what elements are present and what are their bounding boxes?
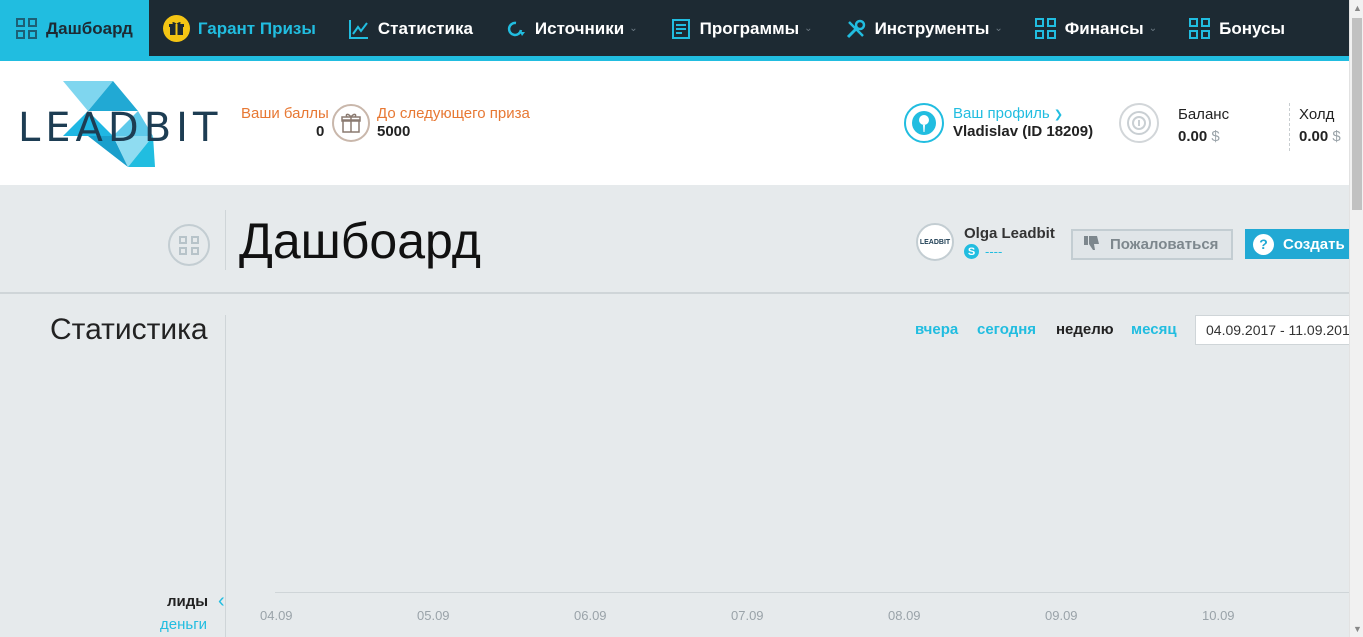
document-icon <box>670 18 692 40</box>
chevron-down-icon: ⌄ <box>804 23 813 34</box>
balance-amount: 0.00 <box>1178 128 1208 145</box>
top-navigation: Дашбоард Гарант Призы Статистика Источни… <box>0 0 1349 57</box>
scroll-up-icon[interactable]: ▲ <box>1353 3 1362 13</box>
divider <box>1289 103 1290 151</box>
nav-label: Статистика <box>377 18 473 38</box>
hold-currency: $ <box>1332 128 1341 145</box>
period-yesterday[interactable]: вчера <box>915 321 958 338</box>
nav-label: Бонусы <box>1219 18 1285 38</box>
nav-item-statistics[interactable]: Статистика <box>332 0 489 57</box>
hold-value: 0.00 $ <box>1299 128 1341 145</box>
wallet-icon <box>1119 103 1159 143</box>
nav-item-dashboard[interactable]: Дашбоард <box>0 0 149 57</box>
scrollbar-thumb[interactable] <box>1352 18 1362 210</box>
thumbs-down-icon <box>1083 234 1101 256</box>
period-month[interactable]: месяц <box>1131 321 1177 338</box>
chart-line-icon <box>348 18 370 40</box>
points-label: Ваши баллы <box>241 105 329 122</box>
nav-item-finance[interactable]: Финансы ⌄ <box>1019 0 1173 57</box>
user-avatar-icon[interactable] <box>904 103 944 143</box>
nav-item-programs[interactable]: Программы ⌄ <box>654 0 829 57</box>
gift-icon <box>162 15 190 42</box>
dashboard-grid-icon <box>16 17 38 40</box>
manager-name: Olga Leadbit <box>964 225 1055 242</box>
x-tick: 08.09 <box>888 608 921 623</box>
chevron-down-icon: ⌄ <box>629 23 638 34</box>
header: LEADBIT Ваши баллы 0 До следующего приза… <box>0 61 1349 185</box>
x-tick: 05.09 <box>417 608 450 623</box>
nav-item-bonuses[interactable]: Бонусы <box>1173 0 1301 57</box>
nav-item-tools[interactable]: Инструменты ⌄ <box>829 0 1019 57</box>
scroll-down-icon[interactable]: ▼ <box>1353 624 1362 634</box>
bonus-grid-icon <box>1189 17 1211 40</box>
nav-item-guarantee-prizes[interactable]: Гарант Призы <box>149 0 332 57</box>
question-icon: ? <box>1253 233 1274 255</box>
profile-dropdown[interactable]: Ваш профиль ❯ <box>953 105 1063 122</box>
scrollbar[interactable]: ▲ ▼ <box>1349 0 1363 637</box>
balance-currency: $ <box>1211 128 1220 145</box>
x-tick: 06.09 <box>574 608 607 623</box>
hold-label: Холд <box>1299 106 1335 123</box>
chart-axis <box>275 592 1349 593</box>
next-prize-label: До следующего приза <box>377 105 530 122</box>
manager-skype[interactable]: S ---- <box>964 244 1002 259</box>
period-week[interactable]: неделю <box>1056 321 1114 338</box>
profile-name: Vladislav (ID 18209) <box>953 123 1094 140</box>
nav-label: Финансы <box>1064 18 1144 38</box>
manager-avatar: LEADBIT <box>916 223 954 261</box>
page-title-bar: Дашбоард LEADBIT Olga Leadbit S ---- Пож… <box>0 185 1351 294</box>
finance-grid-icon <box>1034 17 1057 40</box>
next-prize-value: 5000 <box>377 123 411 140</box>
date-range-input[interactable]: 04.09.2017 - 11.09.2017 <box>1195 315 1355 345</box>
divider <box>225 210 226 270</box>
metric-money[interactable]: деньги <box>160 616 207 633</box>
stats-title: Статистика <box>50 313 208 346</box>
skype-icon: S <box>964 244 979 259</box>
x-tick: 07.09 <box>731 608 764 623</box>
chevron-down-icon: ⌄ <box>994 23 1003 34</box>
chevron-down-icon: ❯ <box>1053 109 1064 121</box>
gift-outline-icon <box>332 104 370 142</box>
nav-item-sources[interactable]: Источники ⌄ <box>489 0 654 57</box>
complain-button[interactable]: Пожаловаться <box>1071 229 1233 260</box>
x-tick: 10.09 <box>1202 608 1235 623</box>
balance-label: Баланс <box>1178 106 1230 123</box>
nav-label: Инструменты <box>874 18 990 38</box>
period-today[interactable]: сегодня <box>977 321 1036 338</box>
nav-label: Программы <box>699 18 800 38</box>
balance-value: 0.00 $ <box>1178 128 1220 145</box>
create-label: Создать <box>1283 235 1345 253</box>
grid-icon <box>178 235 200 255</box>
leadbit-logo[interactable]: LEADBIT <box>18 81 217 167</box>
x-tick: 09.09 <box>1045 608 1078 623</box>
chevron-left-icon: ‹ <box>218 590 225 612</box>
divider <box>225 315 226 637</box>
logo-text: LEADBIT <box>18 105 223 151</box>
nav-label: Источники <box>534 18 625 38</box>
dashboard-icon <box>168 224 210 266</box>
refresh-arrow-icon <box>505 18 527 40</box>
profile-label: Ваш профиль <box>953 105 1050 122</box>
chevron-down-icon: ⌄ <box>1148 23 1158 34</box>
x-tick: 04.09 <box>260 608 293 623</box>
tools-icon <box>845 18 867 40</box>
create-button[interactable]: ? Создать <box>1245 229 1351 259</box>
nav-label: Гарант Призы <box>197 18 316 38</box>
metric-leads[interactable]: лиды <box>167 593 208 610</box>
hold-amount: 0.00 <box>1299 128 1329 145</box>
points-value: 0 <box>316 123 325 140</box>
skype-value: ---- <box>985 244 1003 259</box>
page-title: Дашбоард <box>239 213 481 269</box>
complain-label: Пожаловаться <box>1110 236 1219 253</box>
nav-label: Дашбоард <box>46 18 133 38</box>
